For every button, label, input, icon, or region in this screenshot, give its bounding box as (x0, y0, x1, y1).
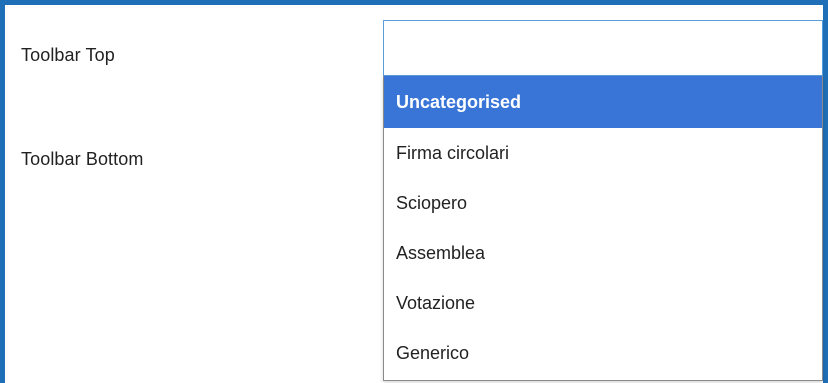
toolbar-bottom-label: Toolbar Bottom (21, 149, 144, 169)
category-dropdown-list: Uncategorised Firma circolari Sciopero A… (383, 76, 823, 381)
dropdown-option-generico[interactable]: Generico (384, 328, 822, 378)
dropdown-option-firma-circolari[interactable]: Firma circolari (384, 128, 822, 178)
settings-panel: Toolbar Top Toolbar Bottom Uncategorised… (0, 0, 828, 383)
category-search-input[interactable] (383, 20, 823, 76)
dropdown-option-sciopero[interactable]: Sciopero (384, 178, 822, 228)
dropdown-option-uncategorised[interactable]: Uncategorised (384, 76, 822, 128)
toolbar-top-label: Toolbar Top (21, 45, 115, 65)
dropdown-option-assemblea[interactable]: Assemblea (384, 228, 822, 278)
dropdown-option-votazione[interactable]: Votazione (384, 278, 822, 328)
